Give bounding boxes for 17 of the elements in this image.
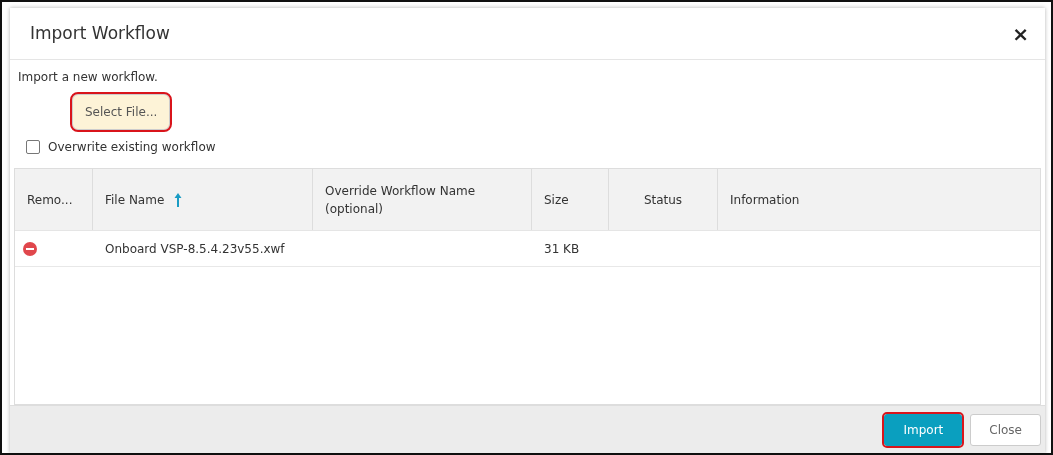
column-header[interactable]: File Name <box>93 169 313 230</box>
close-button[interactable]: × <box>1010 23 1031 44</box>
table-cell: 31 KB <box>544 241 580 256</box>
select-file-button[interactable]: Select File... <box>72 94 171 130</box>
column-header[interactable]: Size <box>532 169 609 230</box>
column-header[interactable]: Information <box>718 169 1040 230</box>
intro-text: Import a new workflow. <box>18 69 159 86</box>
column-header[interactable]: Override Workflow Name (optional) <box>313 169 532 230</box>
remove-icon[interactable] <box>23 242 37 256</box>
checkbox-label[interactable]: Overwrite existing workflow <box>48 138 216 156</box>
dialog-title: Import Workflow <box>30 21 170 45</box>
close-button[interactable]: Close <box>970 413 1041 446</box>
file-name-cell: Onboard VSP-8.5.4.23v55.xwf <box>105 241 285 256</box>
column-header[interactable]: Remo... <box>15 169 93 230</box>
sort-ascending-icon <box>174 191 183 208</box>
overwrite-checkbox[interactable] <box>26 140 40 154</box>
column-header[interactable]: Status <box>609 169 718 230</box>
